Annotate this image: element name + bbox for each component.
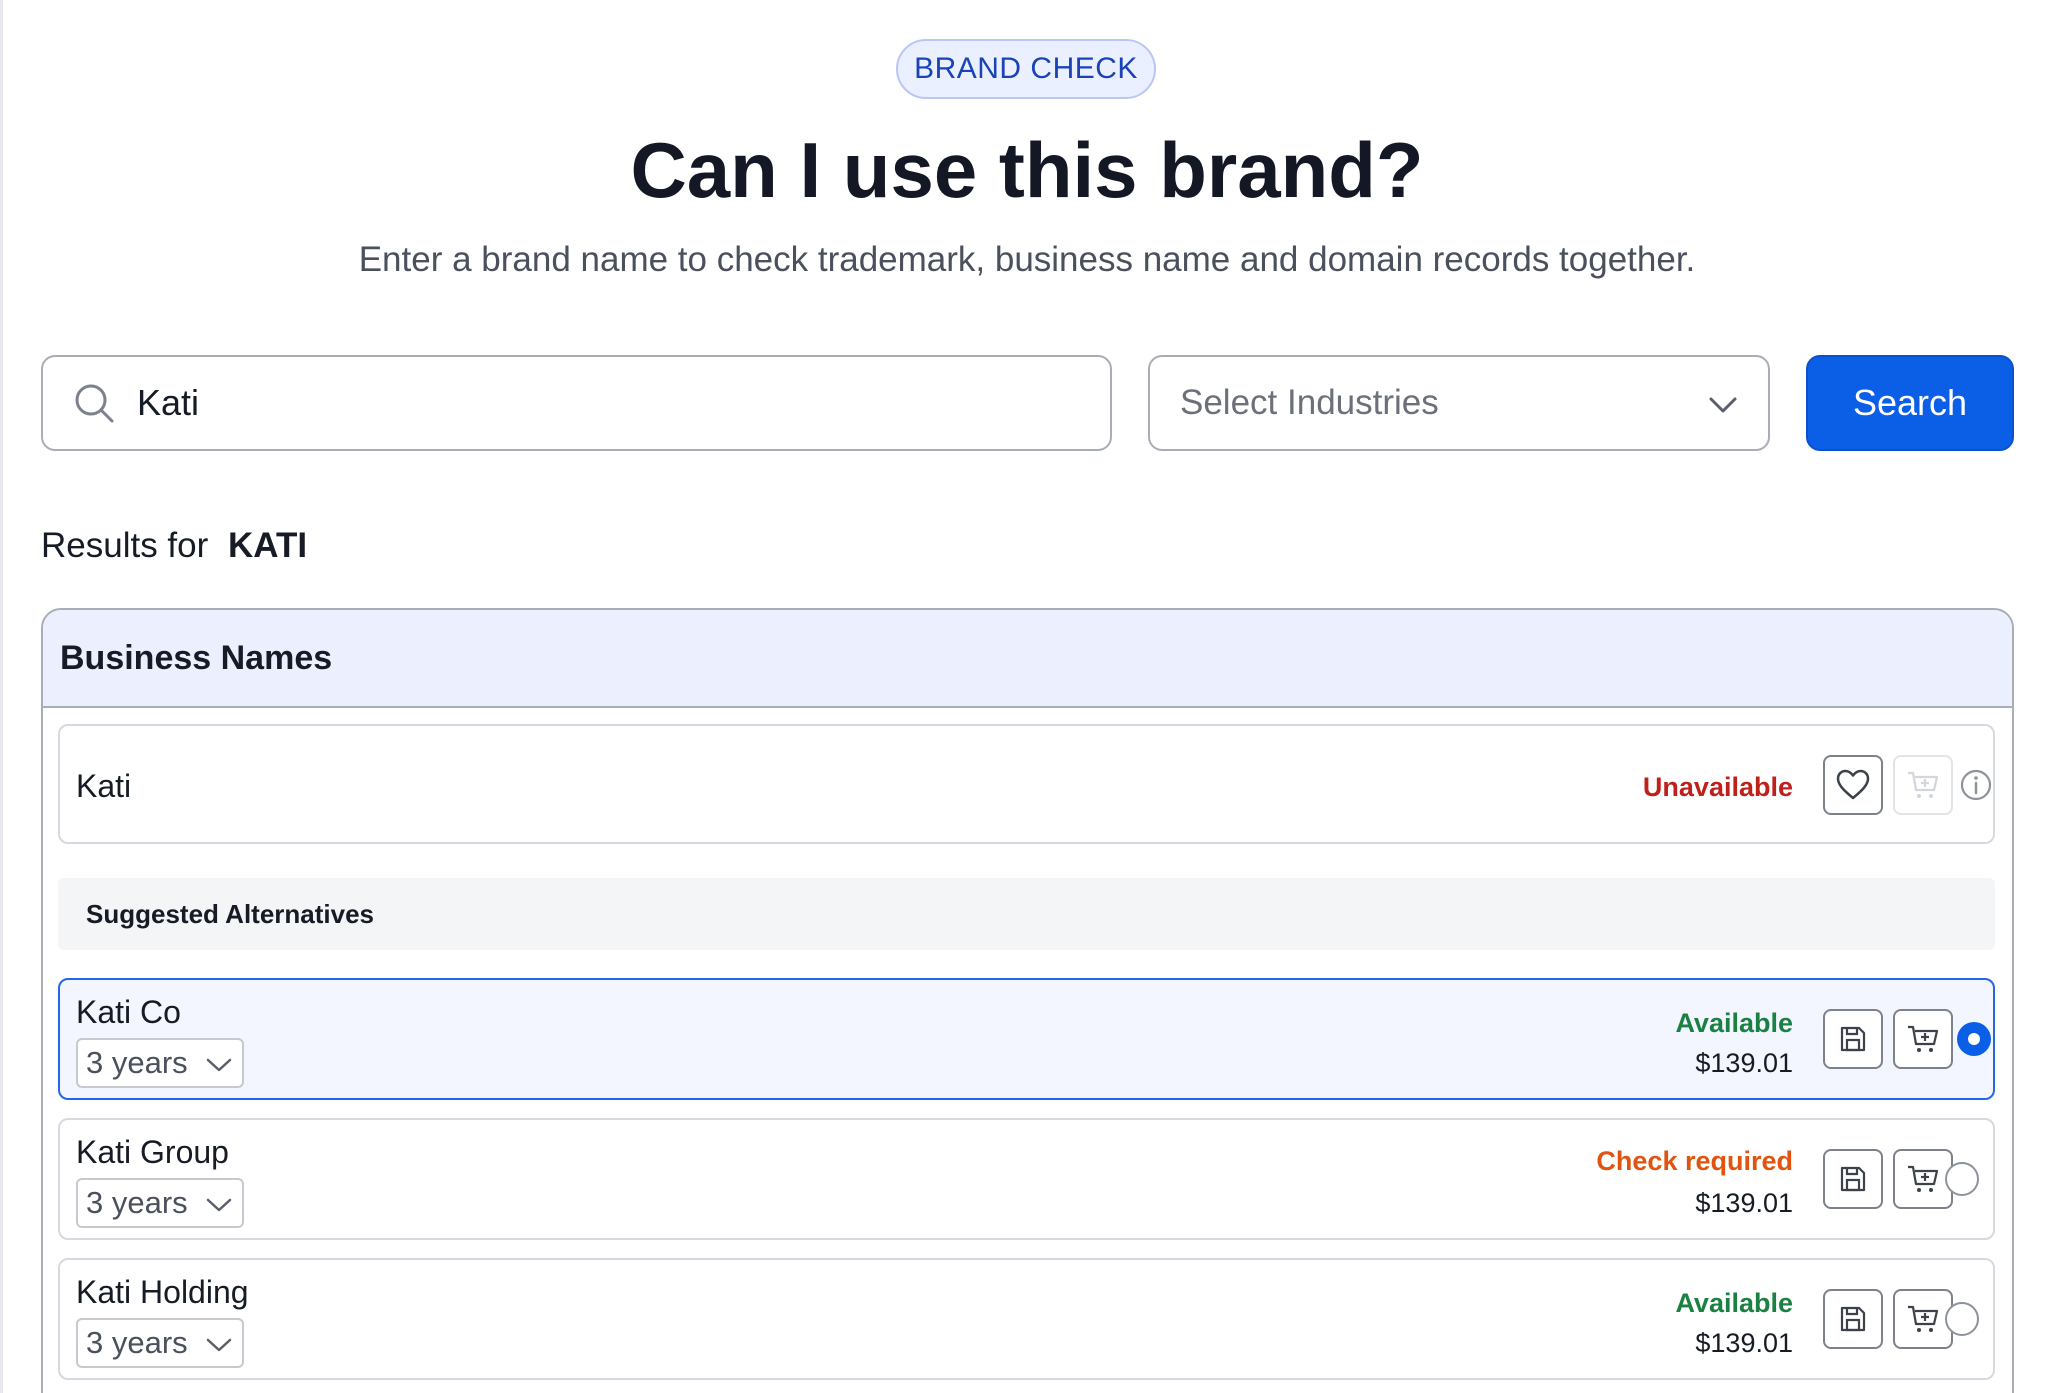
chevron-down-icon (206, 1325, 232, 1361)
save-icon (1840, 1166, 1866, 1192)
select-radio[interactable] (1945, 1302, 1979, 1336)
favorite-button[interactable] (1823, 755, 1883, 815)
term-value: 3 years (86, 1185, 188, 1220)
result-name: Kati Holding (76, 1274, 249, 1310)
brand-check-page: BRAND CHECK Can I use this brand? Enter … (0, 0, 2048, 1393)
status-label: Available (1675, 1288, 1793, 1318)
term-select[interactable]: 3 years (76, 1178, 244, 1228)
cart-add-icon (1908, 1025, 1939, 1052)
save-button[interactable] (1823, 1289, 1883, 1349)
term-value: 3 years (86, 1045, 188, 1080)
heart-icon (1836, 769, 1870, 800)
search-input[interactable] (135, 381, 1039, 425)
panel-title: Business Names (43, 610, 2012, 708)
industries-placeholder: Select Industries (1180, 383, 1439, 422)
status-label: Check required (1596, 1146, 1793, 1176)
select-radio[interactable] (1957, 1022, 1991, 1056)
page-title: Can I use this brand? (630, 126, 1424, 214)
primary-result-row: Kati Unavailable (58, 724, 1995, 844)
price-label: $139.01 (1695, 1048, 1793, 1078)
select-radio[interactable] (1945, 1162, 1979, 1196)
results-prefix: Results for (41, 526, 209, 565)
page-subtitle: Enter a brand name to check trademark, b… (358, 240, 1696, 279)
alternative-row[interactable]: Kati Holding 3 years Available $139.01 (58, 1258, 1995, 1380)
status-label: Unavailable (1642, 772, 1793, 802)
add-to-cart-button[interactable] (1893, 1149, 1953, 1209)
results-heading: Results for KATI (41, 526, 307, 566)
search-field[interactable] (41, 355, 1112, 451)
brand-check-badge: BRAND CHECK (896, 39, 1156, 99)
suggested-alternatives-heading: Suggested Alternatives (58, 878, 1995, 950)
cart-add-icon (1908, 1305, 1939, 1332)
price-label: $139.01 (1695, 1328, 1793, 1358)
chevron-down-icon (206, 1045, 232, 1081)
status-label: Available (1675, 1008, 1793, 1038)
term-select[interactable]: 3 years (76, 1318, 244, 1368)
cart-add-icon (1908, 771, 1939, 798)
term-value: 3 years (86, 1325, 188, 1360)
save-icon (1840, 1306, 1866, 1332)
result-name: Kati Co (76, 994, 181, 1030)
business-names-panel: Business Names Kati Unavailable Suggeste… (41, 608, 2014, 1393)
search-button[interactable]: Search (1806, 355, 2014, 451)
search-icon (73, 382, 115, 424)
result-name: Kati (76, 768, 132, 804)
chevron-down-icon (206, 1185, 232, 1221)
alternative-row[interactable]: Kati Co 3 years Available $139.01 (58, 978, 1995, 1100)
cart-add-icon (1908, 1165, 1939, 1192)
save-button[interactable] (1823, 1009, 1883, 1069)
add-to-cart-button[interactable] (1893, 1289, 1953, 1349)
price-label: $139.01 (1695, 1188, 1793, 1218)
add-to-cart-button[interactable] (1893, 1009, 1953, 1069)
chevron-down-icon (1708, 383, 1738, 423)
info-icon[interactable] (1959, 768, 1993, 802)
alternative-row[interactable]: Kati Group 3 years Check required $139.0… (58, 1118, 1995, 1240)
results-query: KATI (228, 526, 308, 565)
save-icon (1840, 1026, 1866, 1052)
industries-select[interactable]: Select Industries (1148, 355, 1770, 451)
result-name: Kati Group (76, 1134, 229, 1170)
add-to-cart-button[interactable] (1893, 755, 1953, 815)
term-select[interactable]: 3 years (76, 1038, 244, 1088)
save-button[interactable] (1823, 1149, 1883, 1209)
